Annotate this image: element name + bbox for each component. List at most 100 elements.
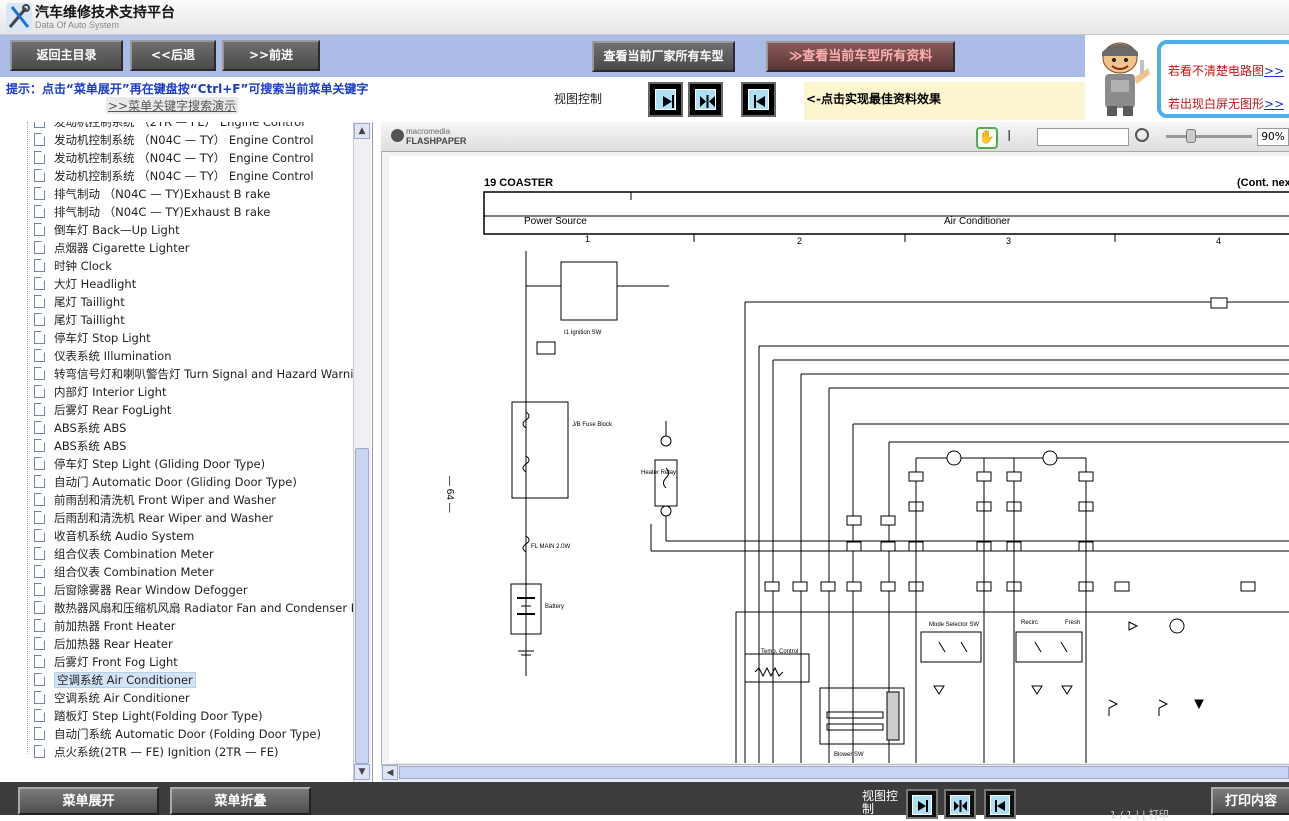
tree-item[interactable]: 后雾灯 Front Fog Light [34, 653, 178, 671]
page-indicator: 1 / 1 | | 打印 [1110, 810, 1169, 821]
print-button[interactable]: 打印内容 [1211, 787, 1289, 815]
document-icon [34, 745, 45, 758]
tree-item[interactable]: 收音机系统 Audio System [34, 527, 194, 545]
zoom-slider-knob[interactable] [1186, 129, 1196, 143]
tree-item[interactable]: 大灯 Headlight [34, 275, 136, 293]
col-2: 2 [797, 236, 802, 246]
tree-item[interactable]: 后加热器 Rear Heater [34, 635, 173, 653]
forward-button[interactable]: >>前进 [222, 40, 320, 71]
tree-item-label: 前加热器 Front Heater [54, 619, 176, 633]
scroll-up-button[interactable]: ▲ [354, 123, 370, 139]
tree-item-label: 发动机控制系统 （N04C — TY） Engine Control [54, 151, 314, 165]
zoom-slider[interactable] [1166, 135, 1252, 138]
text-select-icon[interactable]: I [1007, 127, 1011, 145]
tree-item[interactable]: 停车灯 Step Light (Gliding Door Type) [34, 455, 265, 473]
brand-top: macromedia [406, 127, 451, 136]
diagram-header-left: 19 COASTER [484, 177, 553, 189]
section-power-source: Power Source [524, 216, 587, 227]
tree-item[interactable]: 后窗除雾器 Rear Window Defogger [34, 581, 248, 599]
view-fit-width-button[interactable] [648, 82, 683, 117]
temp-control-label: Temp. Control [761, 649, 798, 655]
tree-item[interactable]: 自动门 Automatic Door (Gliding Door Type) [34, 473, 297, 491]
tree-item[interactable]: 停车灯 Stop Light [34, 329, 151, 347]
tree-item[interactable]: 尾灯 Taillight [34, 293, 125, 311]
document-icon [34, 655, 45, 668]
tree-item[interactable]: ABS系统 ABS [34, 419, 126, 437]
wiring-diagram: 19 COASTER (Cont. next Power Source Air … [444, 177, 1289, 773]
ad-line-1[interactable]: 若看不清楚电路图>> [1168, 62, 1284, 79]
tree-item[interactable]: 前加热器 Front Heater [34, 617, 175, 635]
tree-item-label: 排气制动 （N04C — TY)Exhaust B rake [54, 187, 271, 201]
scroll-left-button[interactable]: ◀ [382, 765, 398, 780]
tree-item[interactable]: 排气制动 （N04C — TY)Exhaust B rake [34, 185, 270, 203]
tree-item[interactable]: 尾灯 Taillight [34, 311, 125, 329]
tree-item-label: 仪表系统 Illumination [54, 349, 172, 363]
tree-scroll-thumb[interactable] [355, 448, 369, 764]
tree-item-label: 发动机控制系统 （N04C — TY） Engine Control [54, 133, 314, 147]
ad-line-2[interactable]: 若出现白屏无图形>> [1168, 95, 1284, 112]
tree-item[interactable]: 转弯信号灯和喇叭警告灯 Turn Signal and Hazard Warni… [34, 365, 353, 383]
tree-item[interactable]: 后雨刮和清洗机 Rear Wiper and Washer [34, 509, 273, 527]
view-collapse-button[interactable] [741, 82, 776, 117]
tree-item-label: 后雾灯 Front Fog Light [54, 655, 178, 669]
tree-item[interactable]: 后雾灯 Rear FogLight [34, 401, 171, 419]
menu-expand-button[interactable]: 菜单展开 [18, 787, 159, 815]
app-title: 汽车维修技术支持平台 [35, 5, 175, 21]
document-icon [34, 205, 45, 218]
search-demo-link[interactable]: >>菜单关键字搜索演示 [106, 97, 239, 114]
back-button[interactable]: <<后退 [130, 40, 216, 71]
scroll-down-button[interactable]: ▼ [354, 764, 370, 780]
tree-item-label: 后窗除雾器 Rear Window Defogger [54, 583, 248, 597]
tree-item[interactable]: 前雨刮和清洗机 Front Wiper and Washer [34, 491, 276, 509]
tree-item[interactable]: 排气制动 （N04C — TY)Exhaust B rake [34, 203, 270, 221]
find-input[interactable] [1037, 128, 1129, 146]
zoom-level[interactable]: 90% [1257, 128, 1289, 146]
tools-icon [6, 3, 32, 31]
tree-item[interactable]: 组合仪表 Combination Meter [34, 563, 214, 581]
tree-item[interactable]: ABS系统 ABS [34, 437, 126, 455]
viewer-hscroll-thumb[interactable] [399, 766, 1289, 779]
ad-line-1-link[interactable]: >> [1264, 64, 1284, 78]
mechanic-mascot-icon [1102, 42, 1150, 116]
document-icon [34, 403, 45, 416]
view-model-all-data-button[interactable]: ≫查看当前车型所有资料 [766, 41, 955, 72]
tree-item[interactable]: 时钟 Clock [34, 257, 112, 275]
tree-item[interactable]: 点火系统(2TR — FE) Ignition (2TR — FE) [34, 743, 279, 761]
brand-bottom: FLASHPAPER [406, 136, 467, 146]
tree-item-label: 踏板灯 Step Light(Folding Door Type) [54, 709, 263, 723]
tree-item[interactable]: 倒车灯 Back—Up Light [34, 221, 180, 239]
viewer-toolbar [381, 122, 1289, 152]
document-icon [34, 727, 45, 740]
home-button[interactable]: 返回主目录 [10, 40, 123, 71]
tree-item[interactable]: 自动门系统 Automatic Door (Folding Door Type) [34, 725, 321, 743]
document-icon [34, 547, 45, 560]
document-icon [34, 565, 45, 578]
tree-item[interactable]: 空调系统 Air Conditioner [34, 671, 196, 689]
tree-item[interactable]: 踏板灯 Step Light(Folding Door Type) [34, 707, 263, 725]
tree-item[interactable]: 点烟器 Cigarette Lighter [34, 239, 190, 257]
document-icon [34, 241, 45, 254]
document-icon [34, 223, 45, 236]
tree-item[interactable]: 散热器风扇和压缩机风扇 Radiator Fan and Condenser F… [34, 599, 353, 617]
tree-item[interactable]: 发动机控制系统 （N04C — TY） Engine Control [34, 167, 314, 185]
search-icon[interactable] [1135, 128, 1149, 142]
view-manufacturer-models-button[interactable]: 查看当前厂家所有车型 [592, 41, 735, 72]
tree-item[interactable]: 内部灯 Interior Light [34, 383, 166, 401]
view-fit-page-button[interactable] [688, 82, 723, 117]
tree-item[interactable]: 空调系统 Air Conditioner [34, 689, 190, 707]
ad-line-2-link[interactable]: >> [1264, 97, 1284, 111]
tree-item[interactable]: 仪表系统 Illumination [34, 347, 172, 365]
document-icon [34, 493, 45, 506]
title-bar [0, 0, 1289, 35]
hand-tool-icon[interactable]: ✋ [976, 127, 998, 149]
document-icon [34, 637, 45, 650]
tree-item[interactable]: 发动机控制系统 （N04C — TY） Engine Control [34, 149, 314, 167]
tree-item-label: 尾灯 Taillight [54, 313, 125, 327]
document-icon [34, 151, 45, 164]
view-control-label: 视图控制 [554, 92, 603, 106]
tree-item[interactable]: 组合仪表 Combination Meter [34, 545, 214, 563]
menu-collapse-button[interactable]: 菜单折叠 [170, 787, 311, 815]
battery-label: Battery [545, 604, 564, 610]
tree-item[interactable]: 发动机控制系统 （N04C — TY） Engine Control [34, 131, 314, 149]
tree-item-label: ABS系统 ABS [54, 439, 127, 453]
